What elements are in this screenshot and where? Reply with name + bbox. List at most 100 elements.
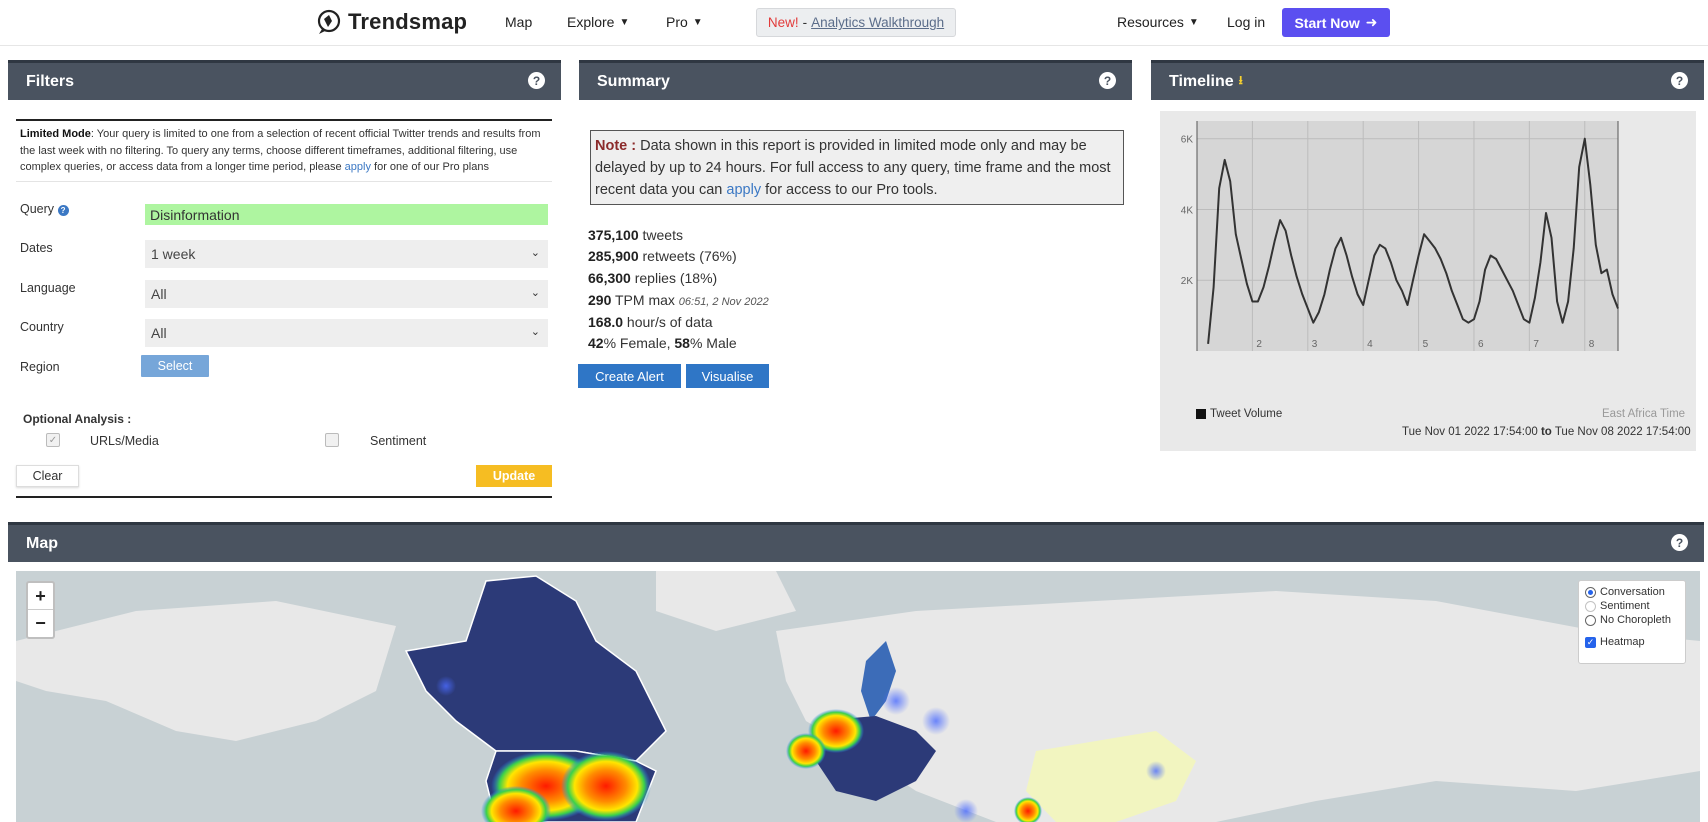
timeline-timezone: East Africa Time <box>1602 408 1686 420</box>
tpm-time: 06:51, 2 Nov 2022 <box>678 296 769 308</box>
nav-map[interactable]: Map <box>505 14 532 30</box>
y-tick-label: 4K <box>1181 205 1194 216</box>
nav-map-label: Map <box>505 14 533 30</box>
radio-unselected[interactable] <box>1585 600 1596 612</box>
layer-sentiment[interactable]: Sentiment <box>1585 599 1679 613</box>
limited-mode-text: Limited Mode: Your query is limited to o… <box>16 121 552 182</box>
analytics-walkthrough-banner[interactable]: New! - Analytics Walkthrough <box>756 8 956 37</box>
female-label: % Female, <box>603 335 675 351</box>
sentiment-label: Sentiment <box>370 434 427 448</box>
world-map[interactable] <box>16 571 1700 822</box>
visualise-button[interactable]: Visualise <box>686 364 769 388</box>
help-icon[interactable]: ? <box>1099 72 1116 89</box>
tweets-label: tweets <box>638 227 683 243</box>
clear-button[interactable]: Clear <box>16 465 79 487</box>
stat-retweets: 285,900 retweets (76%) <box>588 248 737 264</box>
region-label: Region <box>20 360 60 374</box>
zoom-in-button[interactable]: + <box>28 583 53 610</box>
nav-resources-label: Resources <box>1117 14 1184 30</box>
new-badge: New! <box>767 15 799 30</box>
query-label-text: Query <box>20 202 55 216</box>
map-canvas[interactable] <box>16 571 1700 822</box>
nav-pro[interactable]: Pro ▼ <box>666 14 703 30</box>
summary-title: Summary <box>597 72 670 90</box>
timeline-title: Timeline <box>1169 72 1234 90</box>
chevron-down-icon: ⌄ <box>530 326 540 338</box>
trendsmap-logo-icon <box>317 9 341 34</box>
stat-tweets: 375,100 tweets <box>588 227 683 243</box>
walkthrough-link[interactable]: Analytics Walkthrough <box>811 15 944 30</box>
retweets-count: 285,900 <box>588 248 639 264</box>
start-now-label: Start Now <box>1294 14 1360 31</box>
country-select[interactable]: All ⌄ <box>145 319 548 347</box>
info-icon[interactable]: ? <box>57 205 69 216</box>
update-button[interactable]: Update <box>476 465 552 487</box>
nav-resources[interactable]: Resources ▼ <box>1117 14 1199 30</box>
x-tick-label: 3 <box>1312 339 1318 350</box>
hours-label: hour/s of data <box>623 314 713 330</box>
timeline-header: Timeline ⭳ ? <box>1151 60 1704 100</box>
map-header: Map ? <box>8 522 1704 562</box>
download-icon[interactable]: ⭳ <box>1239 71 1243 92</box>
limited-mode-label: Limited Mode <box>20 128 91 140</box>
help-icon[interactable]: ? <box>1671 534 1688 551</box>
nav-explore-label: Explore <box>567 14 615 30</box>
region-select-button[interactable]: Select <box>141 355 209 377</box>
zoom-out-button[interactable]: − <box>28 610 53 637</box>
map-layer-control: Conversation Sentiment No Choropleth ✓ He… <box>1578 580 1686 664</box>
help-icon[interactable]: ? <box>1671 72 1688 89</box>
arrow-right-icon: ➜ <box>1365 14 1378 30</box>
radio-selected[interactable] <box>1585 586 1596 598</box>
layer-heatmap-label: Heatmap <box>1600 636 1645 648</box>
language-select[interactable]: All ⌄ <box>145 280 548 308</box>
map-zoom-control: + − <box>26 581 55 639</box>
canada-region[interactable] <box>404 575 667 762</box>
stat-gender: 42% Female, 58% Male <box>588 335 737 351</box>
chevron-down-icon: ⌄ <box>530 287 540 299</box>
male-percent: 58 <box>674 335 690 351</box>
y-tick-label: 6K <box>1181 135 1194 146</box>
urls-media-label: URLs/Media <box>90 434 159 448</box>
dates-select[interactable]: 1 week ⌄ <box>145 240 548 268</box>
layer-no-choropleth[interactable]: No Choropleth <box>1585 613 1679 627</box>
create-alert-button[interactable]: Create Alert <box>578 364 681 388</box>
note-apply-link[interactable]: apply <box>726 182 761 198</box>
limited-apply-link[interactable]: apply <box>345 161 371 173</box>
heatmap-checkbox[interactable]: ✓ <box>1585 636 1596 648</box>
chevron-down-icon: ▼ <box>1188 16 1199 28</box>
start-now-button[interactable]: Start Now ➜ <box>1282 8 1390 37</box>
x-tick-label: 5 <box>1423 339 1429 350</box>
note-label: Note : <box>595 138 637 154</box>
note-text-end: for access to our Pro tools. <box>761 182 938 198</box>
top-nav: Trendsmap Map Explore ▼ Pro ▼ New! - Analy… <box>0 0 1708 46</box>
nav-pro-label: Pro <box>666 14 688 30</box>
layer-conversation[interactable]: Conversation <box>1585 585 1679 599</box>
nav-explore[interactable]: Explore ▼ <box>567 14 629 30</box>
plot-background <box>1197 121 1618 351</box>
timeline-legend: Tweet Volume <box>1196 408 1282 420</box>
radio-unselected[interactable] <box>1585 614 1596 626</box>
replies-count: 66,300 <box>588 270 631 286</box>
walkthrough-separator: - <box>802 15 808 30</box>
help-icon[interactable]: ? <box>528 72 545 89</box>
brand-name: Trendsmap <box>348 9 468 34</box>
limited-mode-box: Limited Mode: Your query is limited to o… <box>16 119 552 182</box>
urls-media-checkbox[interactable]: ✓ <box>46 433 60 447</box>
layer-heatmap[interactable]: ✓ Heatmap <box>1585 635 1679 649</box>
login-link[interactable]: Log in <box>1227 14 1265 30</box>
dates-value: 1 week <box>151 246 196 262</box>
x-tick-label: 8 <box>1589 339 1595 350</box>
stat-tpm: 290 TPM max 06:51, 2 Nov 2022 <box>588 292 769 308</box>
timeline-range: Tue Nov 01 2022 17:54:00 to Tue Nov 08 2… <box>1402 426 1691 438</box>
sentiment-checkbox[interactable] <box>325 433 339 447</box>
optional-analysis-title: Optional Analysis : <box>23 412 132 426</box>
x-tick-label: 7 <box>1533 339 1539 350</box>
female-percent: 42 <box>588 335 604 351</box>
query-label: Query ? <box>20 202 69 216</box>
filters-header: Filters ? <box>8 60 561 100</box>
query-input[interactable]: Disinformation <box>145 204 548 225</box>
y-tick-label: 2K <box>1181 276 1194 287</box>
login-label: Log in <box>1227 14 1266 30</box>
brand[interactable]: Trendsmap <box>316 9 467 35</box>
male-label: % Male <box>689 335 737 351</box>
